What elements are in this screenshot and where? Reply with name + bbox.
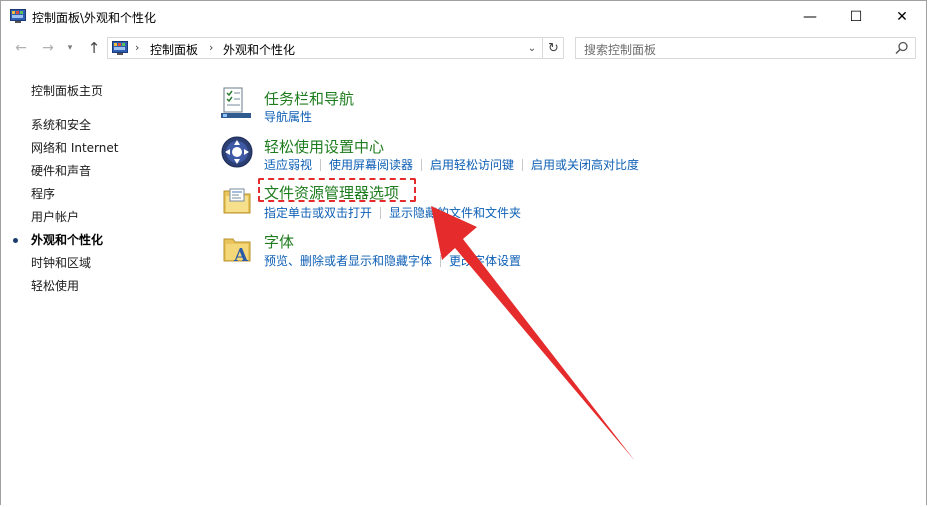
annotation-arrow (431, 206, 635, 461)
annotation-arrow-shape (431, 206, 635, 461)
control-panel-window: 控制面板\外观和个性化 — ☐ ✕ ← → ▾ ↑ › 控制面板 › 外观和个性… (0, 0, 927, 505)
